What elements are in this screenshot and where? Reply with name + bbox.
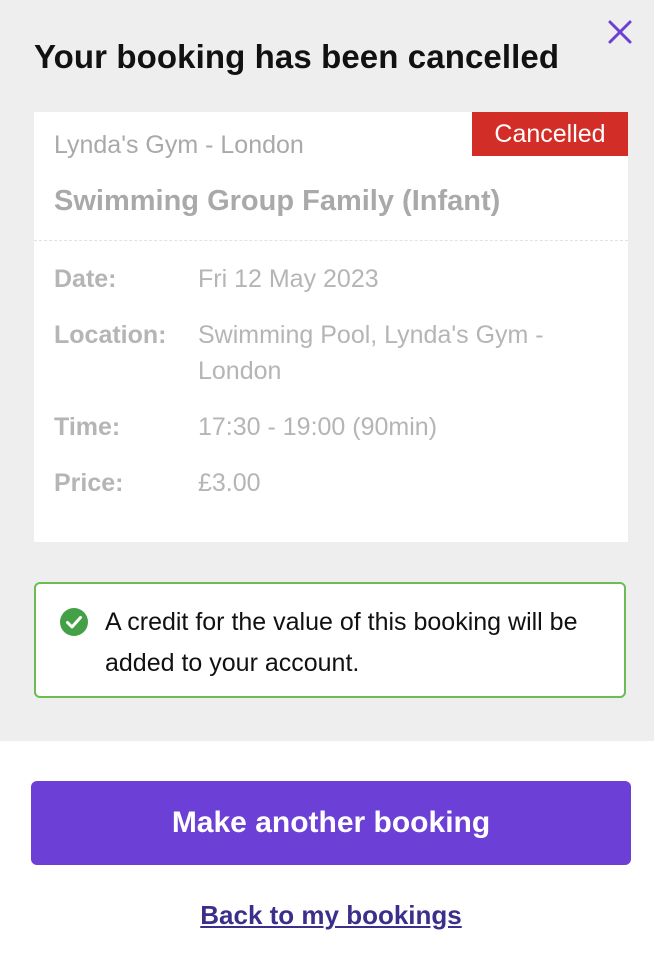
- detail-value: Fri 12 May 2023: [198, 265, 379, 293]
- detail-label: Date:: [54, 265, 117, 293]
- class-name: Swimming Group Family (Infant): [54, 185, 501, 217]
- close-icon: [608, 20, 632, 44]
- status-badge: Cancelled: [472, 112, 628, 156]
- card-divider: [34, 240, 628, 241]
- detail-value: £3.00: [198, 469, 261, 497]
- credit-notice-text: A credit for the value of this booking w…: [105, 608, 578, 677]
- venue-name: Lynda's Gym - London: [54, 131, 304, 159]
- make-another-booking-button[interactable]: Make another booking: [31, 781, 631, 865]
- detail-value: Swimming Pool, Lynda's Gym - London: [198, 321, 544, 385]
- detail-label: Location:: [54, 321, 167, 349]
- detail-label: Time:: [54, 413, 121, 441]
- detail-value: 17:30 - 19:00 (90min): [198, 413, 438, 441]
- credit-notice: A credit for the value of this booking w…: [34, 582, 626, 698]
- back-to-bookings-link[interactable]: Back to my bookings: [0, 900, 654, 931]
- check-circle-icon: [60, 608, 88, 636]
- booking-summary-panel: Your booking has been cancelled Cancelle…: [0, 0, 654, 741]
- close-button[interactable]: [602, 14, 638, 50]
- page-title: Your booking has been cancelled: [34, 38, 560, 75]
- detail-label: Price:: [54, 469, 124, 497]
- booking-card: Cancelled Lynda's Gym - London Swimming …: [34, 112, 628, 542]
